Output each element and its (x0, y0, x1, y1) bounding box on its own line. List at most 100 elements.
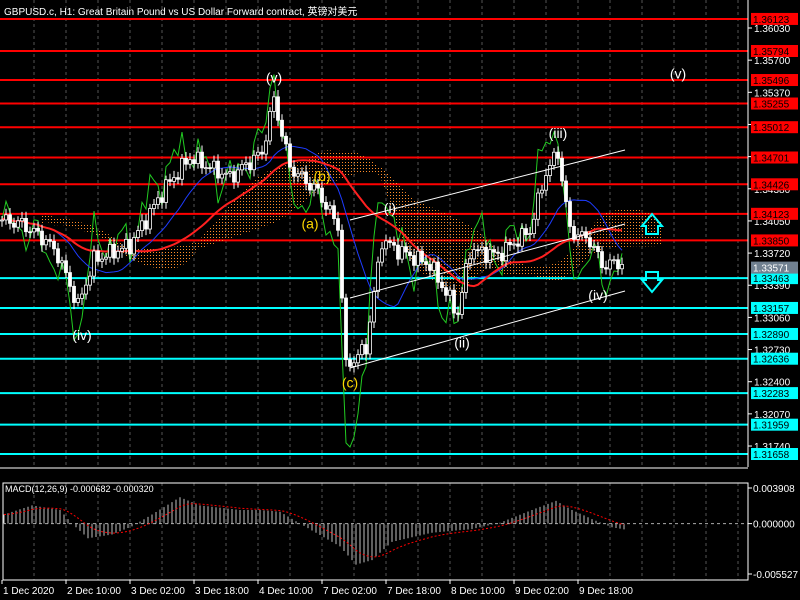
candle (80, 287, 84, 306)
wave-label: (iv) (72, 327, 91, 343)
candle (212, 155, 216, 175)
candle (48, 233, 52, 248)
price-tick-label: 1.32400 (754, 378, 791, 389)
candle (52, 234, 56, 256)
support-price-tag-text: 1.33157 (753, 304, 790, 315)
time-tick-label: 3 Dec 02:00 (131, 586, 185, 597)
candle (28, 226, 32, 238)
candle (64, 254, 68, 279)
candle (72, 280, 76, 310)
macd-signal-line (3, 503, 625, 558)
candle (336, 211, 340, 237)
resistance-price-tag-text: 1.36123 (753, 15, 790, 26)
candle (180, 154, 184, 186)
macd-pane: 0.003908 0.000000 -0.005527 (2, 482, 798, 581)
candle (240, 159, 244, 176)
candle (164, 175, 168, 209)
candle (604, 260, 608, 275)
candle (368, 315, 372, 360)
candle (148, 203, 152, 235)
candle (392, 236, 396, 251)
wave-label: (b) (313, 168, 330, 184)
support-price-tag-text: 1.32890 (753, 330, 790, 341)
candle (188, 152, 192, 169)
current-price-tag-text: 1.33571 (753, 264, 790, 275)
candle (96, 244, 100, 266)
candle (0, 216, 4, 227)
candle (616, 253, 620, 276)
candle (216, 154, 220, 184)
wave-label: (iv) (588, 287, 607, 303)
candle (256, 147, 260, 161)
candle (332, 199, 336, 225)
candle (144, 214, 148, 236)
time-tick-label: 7 Dec 18:00 (387, 586, 441, 597)
candle (268, 107, 272, 146)
candle (200, 145, 204, 174)
support-price-tag-text: 1.32283 (753, 389, 790, 400)
candle (56, 242, 60, 268)
candle (196, 147, 200, 169)
candle (400, 240, 404, 264)
candle (552, 148, 556, 170)
candle (68, 265, 72, 293)
wave-label: (iii) (549, 125, 568, 141)
resistance-price-tag-text: 1.35496 (753, 76, 790, 87)
candle (88, 271, 92, 291)
candle (8, 207, 12, 230)
candle (100, 252, 104, 268)
candle (540, 184, 544, 199)
time-axis: 1 Dec 2020 2 Dec 10:00 3 Dec 02:00 3 Dec 18… (1, 580, 633, 597)
time-tick-label: 7 Dec 02:00 (323, 586, 377, 597)
time-tick-label: 4 Dec 10:00 (259, 586, 313, 597)
macd-tick-label: 0.000000 (753, 520, 795, 531)
candle (272, 91, 276, 119)
time-tick-label: 2 Dec 10:00 (67, 586, 121, 597)
resistance-price-tag-text: 1.34701 (753, 153, 790, 164)
candle (360, 339, 364, 360)
chart-title: GBPUSD.c, H1: Great Britain Pound vs US … (4, 7, 358, 18)
trend-line-lower (349, 290, 626, 369)
support-price-tag-text: 1.31959 (753, 421, 790, 432)
candle (388, 236, 392, 248)
time-tick-label: 3 Dec 18:00 (195, 586, 249, 597)
macd-label: MACD(12,26,9) -0.000682 -0.000320 (5, 484, 154, 494)
macd-tick-label: 0.003908 (753, 484, 795, 495)
candle (204, 161, 208, 175)
candle (464, 258, 468, 299)
support-price-tag-text: 1.32636 (753, 355, 790, 366)
candle (76, 293, 80, 307)
support-price-tag-text: 1.33463 (753, 274, 790, 285)
wave-label: (v) (266, 70, 282, 86)
resistance-price-tag-text: 1.35255 (753, 100, 790, 111)
resistance-price-tag-text: 1.33850 (753, 236, 790, 247)
candle (348, 353, 352, 372)
arrow-down-icon (639, 271, 665, 294)
candle (140, 214, 144, 238)
candle (396, 238, 400, 266)
candle (156, 191, 160, 210)
candle (172, 170, 176, 189)
candle (380, 242, 384, 267)
candle (24, 211, 28, 237)
resistance-price-tag-text: 1.35794 (753, 47, 790, 58)
time-tick-label: 9 Dec 02:00 (515, 586, 569, 597)
candle (372, 286, 376, 329)
candle (568, 197, 572, 234)
candle (384, 234, 388, 256)
candle (612, 255, 616, 265)
price-tick-label: 1.33720 (754, 249, 791, 260)
wave-label: (ii) (454, 335, 470, 351)
candle (4, 208, 8, 225)
candle (288, 137, 292, 172)
candle (608, 253, 612, 276)
candle (544, 168, 548, 197)
candle (532, 212, 536, 239)
candle (340, 224, 344, 303)
wave-label: (a) (301, 216, 318, 232)
price-chart[interactable]: (v) (v) (iii) (i) (ii) (iv) (iv) (b) (a) (c) 1.36… (0, 0, 800, 600)
support-price-tag-text: 1.31658 (753, 450, 790, 461)
candle (328, 201, 332, 214)
candle (344, 293, 348, 367)
price-tick-label: 1.33060 (754, 313, 791, 324)
